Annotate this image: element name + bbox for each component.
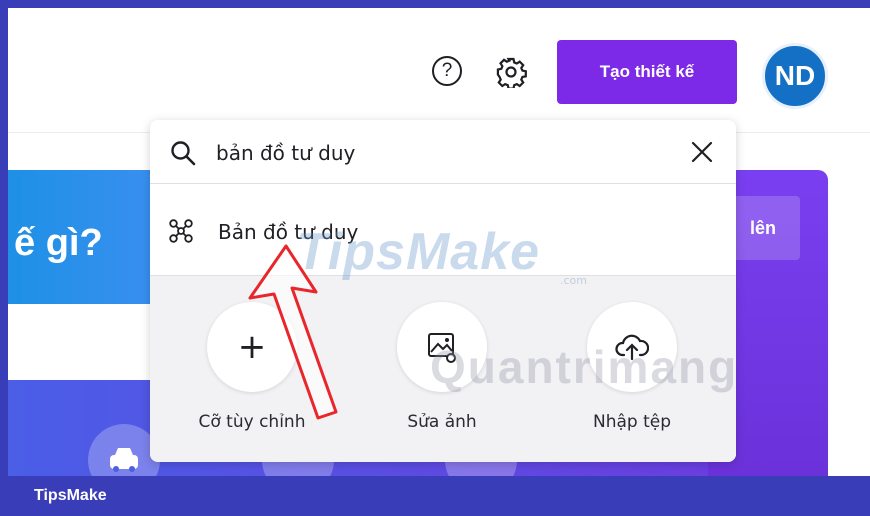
question-circle-icon: ?: [441, 60, 453, 81]
gear-icon[interactable]: [495, 56, 527, 88]
mind-map-icon: [169, 219, 193, 243]
tipsmake-watermark-suffix: .com: [560, 274, 587, 287]
search-icon: [171, 141, 196, 166]
quantrimang-watermark: Quantrimang: [430, 341, 739, 393]
hero-heading: ế gì?: [14, 222, 103, 264]
search-row: [150, 120, 736, 184]
footer-bar: TipsMake: [0, 476, 870, 516]
import-file-label: Nhập tệp: [592, 412, 672, 432]
red-arrow-annotation: [248, 244, 338, 420]
help-button[interactable]: ?: [432, 56, 462, 86]
frame-top-border: [0, 0, 870, 8]
suggestion-mind-map[interactable]: Bản đồ tư duy: [150, 184, 736, 276]
upload-button[interactable]: lên: [726, 196, 800, 260]
create-design-button[interactable]: Tạo thiết kế: [557, 40, 737, 104]
avatar[interactable]: ND: [762, 43, 828, 109]
close-icon[interactable]: [690, 140, 714, 164]
search-input[interactable]: [216, 136, 656, 170]
edit-photo-label: Sửa ảnh: [407, 412, 477, 432]
frame-left-border: [0, 0, 8, 516]
footer-brand: TipsMake: [34, 487, 107, 504]
search-dropdown: Bản đồ tư duy + Cỡ tùy chỉnh Sửa ảnh: [150, 120, 736, 462]
